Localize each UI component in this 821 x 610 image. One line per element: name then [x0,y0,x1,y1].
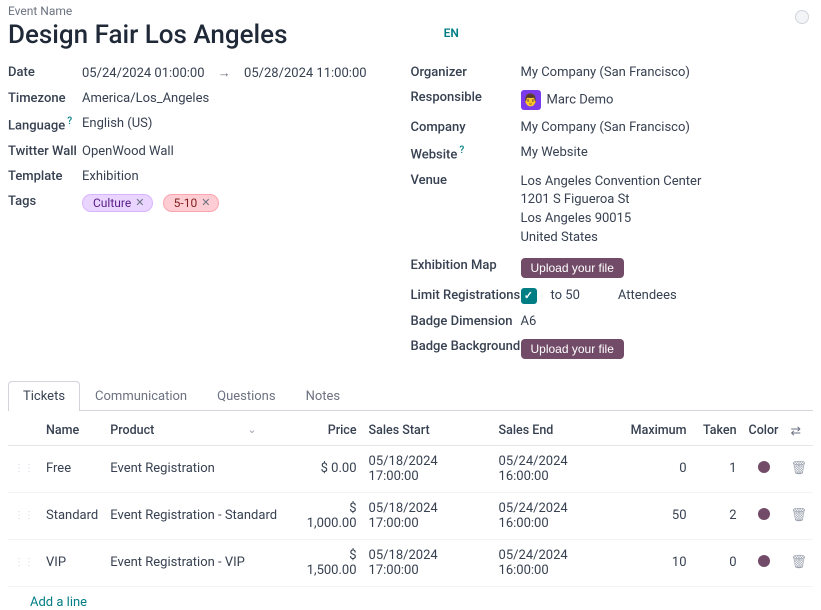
cell-product[interactable]: Event Registration - VIP [104,539,292,586]
tickets-table: Name Product ⌄ Price Sales Start Sales E… [8,417,813,587]
upload-exhibition-map-button[interactable]: Upload your file [521,258,624,278]
badge-background-label: Badge Background [411,339,521,354]
cell-name[interactable]: Standard [40,492,104,539]
cell-taken: 0 [693,539,743,586]
arrow-right-icon: → [218,66,231,81]
date-end[interactable]: 05/28/2024 11:00:00 [244,66,367,81]
color-dot-icon[interactable] [758,508,770,520]
delete-row-icon[interactable]: 🗑 [790,508,807,523]
col-maximum[interactable]: Maximum [623,417,693,446]
cell-product[interactable]: Event Registration - Standard [104,492,292,539]
cell-taken: 2 [693,492,743,539]
language-label: Language? [8,116,82,133]
limit-unit: Attendees [618,288,677,303]
template-value[interactable]: Exhibition [82,169,139,184]
upload-badge-background-button[interactable]: Upload your file [521,339,624,359]
drag-handle-icon[interactable]: ⋮⋮ [8,445,40,492]
cell-price[interactable]: $ 1,500.00 [293,539,363,586]
cell-color[interactable] [743,445,785,492]
tab-questions[interactable]: Questions [202,381,290,411]
timezone-value[interactable]: America/Los_Angeles [82,91,209,106]
responsible-label: Responsible [411,90,521,105]
cell-sales-start[interactable]: 05/18/2024 17:00:00 [363,492,493,539]
help-icon[interactable]: ? [67,116,72,127]
timezone-label: Timezone [8,91,82,106]
venue-value[interactable]: Los Angeles Convention Center 1201 S Fig… [521,173,702,248]
col-sales-start[interactable]: Sales Start [363,417,493,446]
tab-notes[interactable]: Notes [291,381,356,411]
twitter-wall-value[interactable]: OpenWood Wall [82,144,174,159]
template-label: Template [8,169,82,184]
col-taken[interactable]: Taken [693,417,743,446]
cell-sales-end[interactable]: 05/24/2024 16:00:00 [493,492,623,539]
cell-color[interactable] [743,539,785,586]
cell-color[interactable] [743,492,785,539]
date-start[interactable]: 05/24/2024 01:00:00 [82,66,205,81]
drag-handle-icon[interactable]: ⋮⋮ [8,539,40,586]
cell-sales-start[interactable]: 05/18/2024 17:00:00 [363,539,493,586]
col-price[interactable]: Price [293,417,363,446]
tab-communication[interactable]: Communication [80,381,202,411]
help-icon[interactable]: ? [459,145,464,156]
col-name[interactable]: Name [40,417,104,446]
add-line-button[interactable]: Add a line [8,587,813,610]
table-options-icon[interactable]: ⇄ [790,424,800,439]
cell-maximum[interactable]: 0 [623,445,693,492]
organizer-value[interactable]: My Company (San Francisco) [521,65,690,80]
delete-row-icon[interactable]: 🗑 [790,461,807,476]
tag-remove-icon[interactable]: ✕ [201,196,210,209]
cell-maximum[interactable]: 50 [623,492,693,539]
tag-remove-icon[interactable]: ✕ [135,196,144,209]
cell-sales-start[interactable]: 05/18/2024 17:00:00 [363,445,493,492]
color-dot-icon[interactable] [758,555,770,567]
cell-maximum[interactable]: 10 [623,539,693,586]
twitter-wall-label: Twitter Wall [8,144,82,159]
cell-price[interactable]: $ 1,000.00 [293,492,363,539]
tag-culture[interactable]: Culture ✕ [82,194,153,212]
limit-checkbox[interactable]: ✓ [521,288,537,304]
organizer-label: Organizer [411,65,521,80]
limit-to-value[interactable]: to 50 [551,288,580,303]
avatar: 👨 [521,90,541,110]
cell-taken: 1 [693,445,743,492]
tab-tickets[interactable]: Tickets [8,381,80,411]
col-sales-end[interactable]: Sales End [493,417,623,446]
table-row[interactable]: ⋮⋮StandardEvent Registration - Standard$… [8,492,813,539]
cell-name[interactable]: VIP [40,539,104,586]
tag-5-10[interactable]: 5-10 ✕ [163,194,220,212]
limit-registrations-label: Limit Registrations [411,288,521,303]
cell-price[interactable]: $ 0.00 [293,445,363,492]
website-label: Website? [411,145,521,162]
cell-sales-end[interactable]: 05/24/2024 16:00:00 [493,539,623,586]
event-title[interactable]: Design Fair Los Angeles [8,20,288,51]
col-product[interactable]: Product ⌄ [104,417,292,446]
date-label: Date [8,65,82,80]
chevron-down-icon[interactable]: ⌄ [247,423,256,436]
cell-name[interactable]: Free [40,445,104,492]
drag-handle-icon[interactable]: ⋮⋮ [8,492,40,539]
col-color[interactable]: Color [743,417,785,446]
website-value[interactable]: My Website [521,145,588,160]
cell-sales-end[interactable]: 05/24/2024 16:00:00 [493,445,623,492]
table-row[interactable]: ⋮⋮FreeEvent Registration$ 0.0005/18/2024… [8,445,813,492]
venue-label: Venue [411,173,521,188]
event-name-label: Event Name [8,4,288,18]
status-indicator [795,10,809,24]
responsible-value[interactable]: 👨Marc Demo [521,90,614,110]
company-value[interactable]: My Company (San Francisco) [521,120,690,135]
delete-row-icon[interactable]: 🗑 [790,555,807,570]
badge-dimension-value[interactable]: A6 [521,314,537,329]
table-row[interactable]: ⋮⋮VIPEvent Registration - VIP$ 1,500.000… [8,539,813,586]
badge-dimension-label: Badge Dimension [411,314,521,329]
lang-badge[interactable]: EN [444,26,459,40]
tags-label: Tags [8,194,82,209]
color-dot-icon[interactable] [758,461,770,473]
company-label: Company [411,120,521,135]
exhibition-map-label: Exhibition Map [411,258,521,273]
language-value[interactable]: English (US) [82,116,152,131]
cell-product[interactable]: Event Registration [104,445,292,492]
